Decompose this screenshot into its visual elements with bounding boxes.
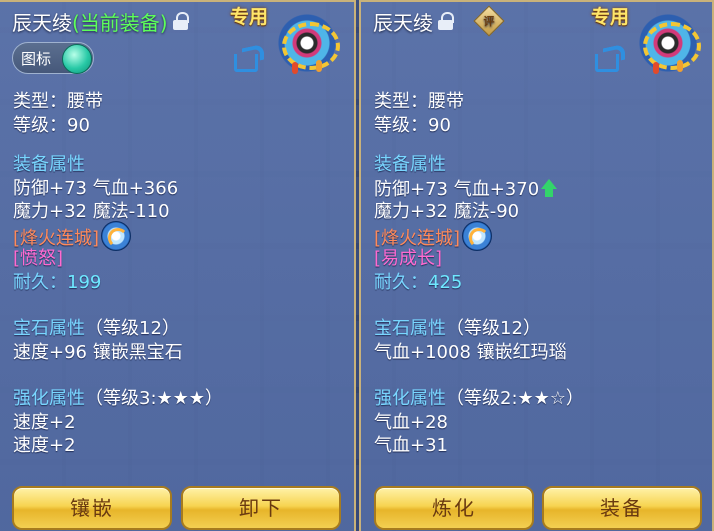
attr-header: 装备属性 <box>13 154 85 175</box>
gem-header: 宝石属性 <box>374 318 446 339</box>
gem-line: 速度+96 镶嵌黑宝石 <box>13 341 183 363</box>
refine-button[interactable]: 炼化 <box>374 486 534 530</box>
lock-icon[interactable] <box>172 12 189 30</box>
skill-orb-icon[interactable] <box>101 220 132 251</box>
share-icon[interactable] <box>234 43 264 72</box>
compare-item-tooltip: 辰天绫 评 专用 类型：腰带 等级：90 装备属性 防御+73 气血+370 魔… <box>359 0 714 531</box>
effect-name: [愤怒] <box>13 248 64 269</box>
belt-item-icon <box>276 12 340 74</box>
attr-line: 魔力+32 魔法-110 <box>13 201 170 222</box>
gem-level: （等级12） <box>446 318 541 339</box>
skill-name: [烽火连城] <box>13 227 100 249</box>
lock-icon[interactable] <box>438 12 454 30</box>
enhance-header: 强化属性 <box>13 388 85 409</box>
durability-value: 199 <box>67 271 102 293</box>
effect-name: [易成长] <box>374 248 443 269</box>
enhance-line: 速度+2 <box>13 435 76 456</box>
item-info: 类型：腰带 等级：90 装备属性 防御+73 气血+370 魔力+32 魔法-9… <box>374 90 704 458</box>
type-line: 类型：腰带 <box>374 91 464 112</box>
share-icon[interactable] <box>595 43 625 72</box>
enhance-line: 气血+31 <box>374 435 448 456</box>
equipped-tag: (当前装备) <box>72 10 168 35</box>
attr-line: 防御+73 气血+370 <box>374 178 540 200</box>
enhance-line: 气血+28 <box>374 411 448 433</box>
level-line: 等级：90 <box>374 114 451 136</box>
gem-line: 气血+1008 镶嵌红玛瑙 <box>374 341 567 363</box>
item-title: 辰天绫 (当前装备) <box>12 6 189 36</box>
unequip-button[interactable]: 卸下 <box>181 486 341 530</box>
rating-badge-icon[interactable]: 评 <box>473 5 505 37</box>
belt-item-icon <box>637 12 701 74</box>
item-name: 辰天绫 <box>12 10 72 35</box>
equip-button[interactable]: 装备 <box>542 486 702 530</box>
skill-name: [烽火连城] <box>374 227 461 249</box>
equipped-item-tooltip: 辰天绫 (当前装备) 专用 图标 类型：腰带 等级：90 装备属性 防御+73 … <box>0 0 356 531</box>
icon-toggle[interactable]: 图标 <box>12 42 94 74</box>
toggle-knob <box>62 44 92 74</box>
gem-level: （等级12） <box>85 318 180 339</box>
special-label: 专用 <box>591 6 630 28</box>
enhance-line: 速度+2 <box>13 411 76 433</box>
skill-orb-icon[interactable] <box>462 220 493 251</box>
attr-line: 魔力+32 魔法-90 <box>374 201 520 222</box>
toggle-label: 图标 <box>21 49 52 68</box>
stat-up-arrow-icon <box>541 178 558 197</box>
enhance-level: （等级2:★★☆） <box>446 388 584 409</box>
attr-header: 装备属性 <box>374 154 446 175</box>
inlay-button[interactable]: 镶嵌 <box>12 486 172 530</box>
enhance-level: （等级3:★★★） <box>85 388 223 409</box>
durability-value: 425 <box>428 271 463 293</box>
attr-line: 防御+73 气血+366 <box>13 177 179 199</box>
durability-label: 耐久： <box>374 271 428 293</box>
item-title: 辰天绫 评 <box>373 5 505 37</box>
enhance-header: 强化属性 <box>374 388 446 409</box>
item-name: 辰天绫 <box>373 10 433 35</box>
item-info: 类型：腰带 等级：90 装备属性 防御+73 气血+366 魔力+32 魔法-1… <box>13 90 346 458</box>
gem-header: 宝石属性 <box>13 318 85 339</box>
special-label: 专用 <box>230 6 269 28</box>
level-line: 等级：90 <box>13 114 90 136</box>
type-line: 类型：腰带 <box>13 91 103 112</box>
durability-label: 耐久： <box>13 271 67 293</box>
